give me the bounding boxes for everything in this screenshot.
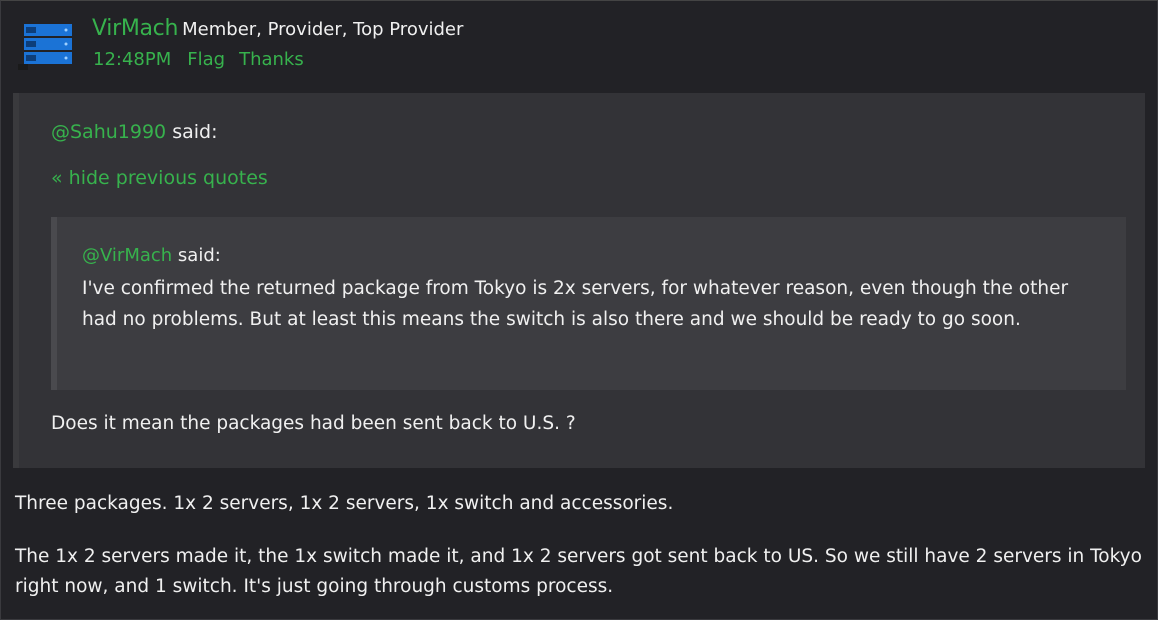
username-link[interactable]: VirMach <box>92 16 178 41</box>
post-time-link[interactable]: 12:48PM <box>93 49 171 70</box>
post-header: VirMach Member, Provider, Top Provider <box>92 16 463 41</box>
thanks-link[interactable]: Thanks <box>239 49 304 70</box>
post-paragraph: The 1x 2 servers made it, the 1x switch … <box>15 546 1142 597</box>
nested-quote-block: @VirMach said: I've confirmed the return… <box>51 217 1126 390</box>
nested-quote-attribution: @VirMach said: <box>82 245 221 266</box>
avatar[interactable] <box>18 24 74 70</box>
post-meta: 12:48PM Flag Thanks <box>93 49 318 70</box>
user-roles: Member, Provider, Top Provider <box>182 19 464 40</box>
hide-previous-quotes-link[interactable]: « hide previous quotes <box>51 167 268 189</box>
quote-author-link[interactable]: @Sahu1990 <box>51 121 166 143</box>
quote-text: Does it mean the packages had been sent … <box>51 413 576 434</box>
post-paragraph: Three packages. 1x 2 servers, 1x 2 serve… <box>15 493 674 514</box>
nested-quote-author-link[interactable]: @VirMach <box>82 245 172 266</box>
nested-quote-text: I've confirmed the returned package from… <box>82 278 1069 330</box>
nested-quote-said-label: said: <box>177 245 221 266</box>
server-rack-icon <box>18 24 72 70</box>
quote-attribution: @Sahu1990 said: <box>51 121 218 143</box>
quote-block: @Sahu1990 said: « hide previous quotes @… <box>13 93 1145 468</box>
quote-said-label: said: <box>172 121 218 143</box>
flag-link[interactable]: Flag <box>187 49 225 70</box>
